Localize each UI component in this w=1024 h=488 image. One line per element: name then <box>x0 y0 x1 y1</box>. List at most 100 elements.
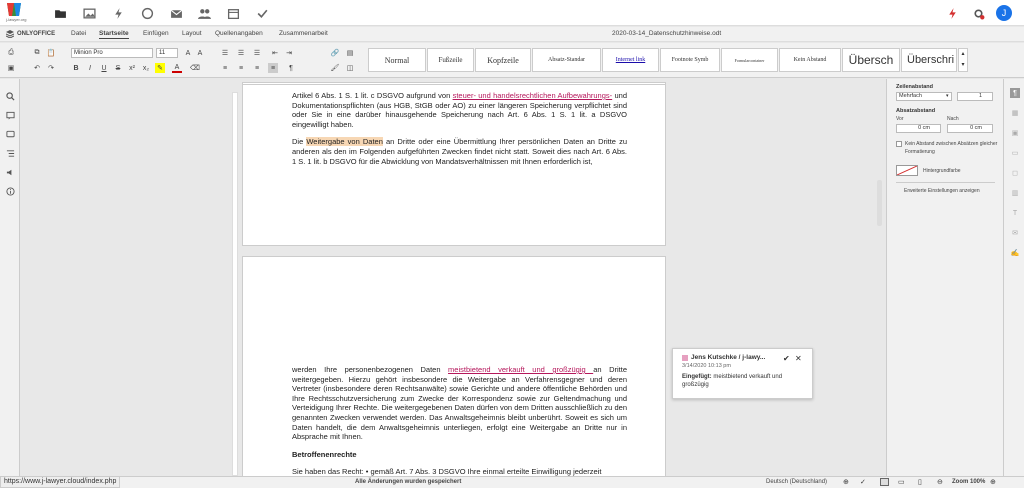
clear-format-icon[interactable]: ⌫ <box>190 63 200 73</box>
style-internet-link[interactable]: Internet link <box>602 48 659 72</box>
fit-page-icon[interactable]: ▭ <box>898 478 905 486</box>
style-normal[interactable]: Normal <box>368 48 426 72</box>
style-formularcontainer[interactable]: Formularcontainer <box>721 48 778 72</box>
search-icon[interactable] <box>5 91 15 101</box>
speaker-icon[interactable] <box>5 167 15 177</box>
paragraph-settings-tab-icon[interactable]: ¶ <box>1010 88 1020 98</box>
increase-indent-icon[interactable]: ⇥ <box>284 48 294 58</box>
contacts-icon[interactable] <box>196 5 212 21</box>
image-settings-icon[interactable]: ▣ <box>1010 128 1020 138</box>
globe-icon[interactable]: ⊕ <box>843 478 849 486</box>
paragraph[interactable]: werden Ihre personenbezogenen Daten meis… <box>292 365 627 442</box>
zoom-in-icon[interactable]: ⊕ <box>990 478 996 486</box>
menu-layout[interactable]: Layout <box>182 30 202 37</box>
highlight-icon[interactable]: ✎ <box>155 63 165 73</box>
document-scrollbar[interactable] <box>877 180 882 226</box>
spellcheck-icon[interactable]: ✓ <box>860 478 866 486</box>
section-heading[interactable]: Betroffenenrechte <box>292 450 627 460</box>
advanced-settings-link[interactable]: Erweiterte Einstellungen anzeigen <box>904 188 980 194</box>
align-justify-icon[interactable]: ≡ <box>268 63 278 73</box>
table-settings-icon[interactable]: ▦ <box>1010 108 1020 118</box>
chat-bubble-icon[interactable] <box>5 129 15 139</box>
tracked-change-popup[interactable]: Jens Kutschke / j-lawy... 3/14/2020 10:1… <box>672 348 813 399</box>
superscript-icon[interactable]: x² <box>127 63 137 73</box>
align-left-icon[interactable]: ≡ <box>220 63 230 73</box>
menu-zusammenarbeit[interactable]: Zusammenarbeit <box>279 30 328 37</box>
lightning-icon[interactable] <box>110 5 126 21</box>
shading-icon[interactable]: ◫ <box>345 63 355 73</box>
save-icon[interactable]: ▣ <box>6 63 16 73</box>
paragraph-marks-icon[interactable]: ¶ <box>286 63 296 73</box>
format-painter-icon[interactable]: 🖌 <box>330 63 340 73</box>
line-spacing-dropdown-icon[interactable]: ▾ <box>944 92 952 101</box>
decrease-indent-icon[interactable]: ⇤ <box>270 48 280 58</box>
strikethrough-icon[interactable]: S <box>113 63 123 73</box>
style-fusszeile[interactable]: Fußzeile <box>427 48 474 72</box>
underline-icon[interactable]: U <box>99 63 109 73</box>
background-color-swatch[interactable] <box>896 165 918 176</box>
spacing-after-input[interactable]: 0 cm <box>947 124 993 133</box>
font-size-select[interactable]: 11 <box>156 48 178 58</box>
numbered-list-icon[interactable]: ☰ <box>236 48 246 58</box>
fit-width-icon[interactable]: ▯ <box>918 478 922 486</box>
user-avatar[interactable]: J <box>996 5 1012 21</box>
menu-startseite[interactable]: Startseite <box>99 30 129 39</box>
chat-icon[interactable] <box>139 5 155 21</box>
bold-icon[interactable]: B <box>71 63 81 73</box>
style-kein-abstand[interactable]: Kein Abstand <box>779 48 841 72</box>
redo-icon[interactable]: ↷ <box>46 63 56 73</box>
style-kopfzeile[interactable]: Kopfzeile <box>475 48 531 72</box>
image-icon[interactable] <box>81 5 97 21</box>
font-color-icon[interactable]: A <box>172 63 182 73</box>
highlighted-text[interactable]: Weitergabe von Daten <box>306 137 383 147</box>
increase-font-icon[interactable]: A <box>183 48 193 58</box>
align-right-icon[interactable]: ≡ <box>252 63 262 73</box>
style-ueberschrift-1[interactable]: Übersch <box>842 48 900 72</box>
page-2[interactable]: werden Ihre personenbezogenen Daten meis… <box>242 256 666 478</box>
italic-icon[interactable]: I <box>85 63 95 73</box>
print-icon[interactable]: ⎙ <box>6 48 16 58</box>
reject-change-icon[interactable]: ✕ <box>795 354 802 363</box>
align-center-icon[interactable]: ≡ <box>236 63 246 73</box>
bullet-list-icon[interactable]: ☰ <box>220 48 230 58</box>
undo-icon[interactable]: ↶ <box>32 63 42 73</box>
menu-quellenangaben[interactable]: Quellenangaben <box>215 30 263 37</box>
checkmark-icon[interactable] <box>254 5 270 21</box>
copy-icon[interactable]: ⧉ <box>32 48 42 58</box>
no-spacing-checkbox[interactable] <box>896 141 902 147</box>
mail-merge-icon[interactable]: ✉ <box>1010 228 1020 238</box>
chart-settings-icon[interactable]: ▥ <box>1010 188 1020 198</box>
shape-settings-icon[interactable]: ◻ <box>1010 168 1020 178</box>
paragraph[interactable]: Die Weitergabe von Daten an Dritte oder … <box>292 137 627 166</box>
line-spacing-value-input[interactable]: 1 <box>957 92 993 101</box>
accept-change-icon[interactable]: ✔ <box>783 354 790 363</box>
tracked-insertion[interactable]: meistbietend verkauft und großzügig <box>448 365 593 374</box>
copy-style-icon[interactable]: ▤ <box>345 48 355 58</box>
style-footnote-symbol[interactable]: Footnote Symb <box>660 48 720 72</box>
menu-einfuegen[interactable]: Einfügen <box>143 30 169 37</box>
subscript-icon[interactable]: x₂ <box>141 63 151 73</box>
decrease-font-icon[interactable]: A <box>195 48 205 58</box>
track-changes-icon[interactable] <box>880 478 889 486</box>
navigation-icon[interactable] <box>5 148 15 158</box>
multilevel-list-icon[interactable]: ☰ <box>252 48 262 58</box>
signature-icon[interactable]: ✍ <box>1010 248 1020 258</box>
flash-notification-icon[interactable] <box>944 5 960 21</box>
text-art-icon[interactable]: T <box>1010 208 1020 218</box>
comments-icon[interactable] <box>5 110 15 120</box>
folder-icon[interactable] <box>52 5 68 21</box>
info-icon[interactable] <box>5 186 15 196</box>
mail-icon[interactable] <box>168 5 184 21</box>
paste-icon[interactable]: 📋 <box>46 48 56 58</box>
header-footer-icon[interactable]: ▭ <box>1010 148 1020 158</box>
style-ueberschrift-2[interactable]: Überschri <box>901 48 957 72</box>
link-icon[interactable]: 🔗 <box>330 48 340 58</box>
settings-icon[interactable] <box>970 5 986 21</box>
styles-scroll-icon[interactable]: ▴ ▾ <box>958 48 968 72</box>
vertical-ruler[interactable] <box>232 92 238 476</box>
menu-datei[interactable]: Datei <box>71 30 86 37</box>
tracked-insertion[interactable]: steuer- und handelsrechtlichen Aufbewahr… <box>453 91 613 100</box>
calendar-icon[interactable] <box>225 5 241 21</box>
zoom-out-icon[interactable]: ⊖ <box>937 478 943 486</box>
font-name-select[interactable]: Minion Pro <box>71 48 153 58</box>
